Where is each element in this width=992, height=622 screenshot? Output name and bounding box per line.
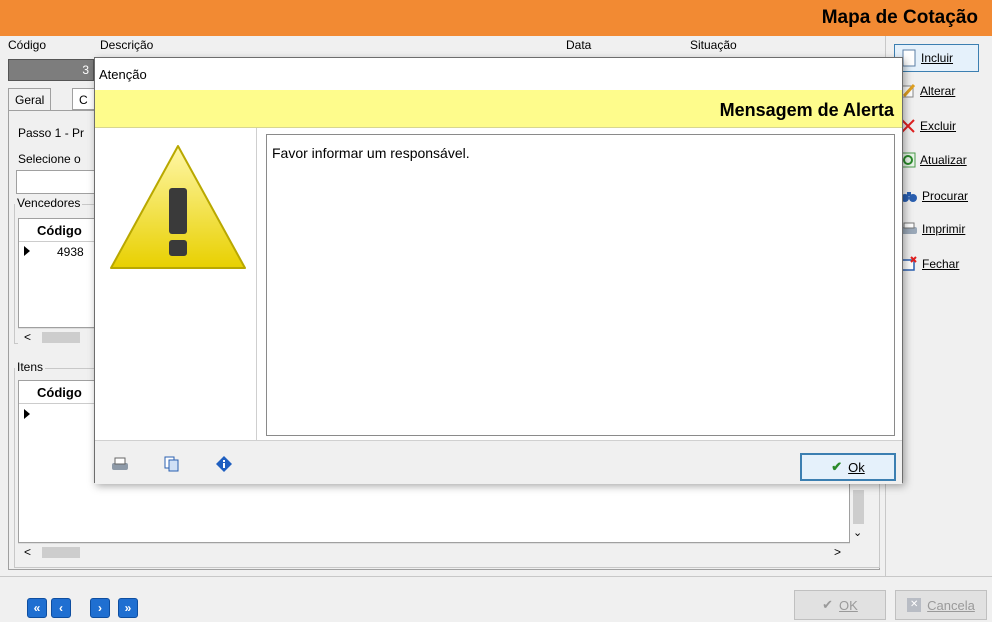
scroll-down-icon[interactable]: ⌄ bbox=[853, 526, 862, 539]
dialog-message: Favor informar um responsável. bbox=[272, 145, 470, 161]
first-record-button[interactable]: « bbox=[27, 598, 47, 618]
checkmark-icon: ✔ bbox=[822, 597, 834, 612]
scroll-right-icon[interactable]: > bbox=[834, 545, 841, 559]
tab-c[interactable]: C bbox=[72, 88, 95, 110]
last-record-button[interactable]: » bbox=[118, 598, 138, 618]
itens-col-codigo: Código bbox=[37, 385, 82, 400]
new-document-icon bbox=[902, 49, 916, 67]
row-pointer-icon bbox=[24, 246, 30, 256]
dialog-title-bar: Atenção bbox=[95, 58, 902, 90]
situacao-label: Situação bbox=[690, 38, 737, 52]
vencedores-title: Vencedores bbox=[15, 196, 83, 210]
data-label: Data bbox=[566, 38, 592, 52]
scroll-left-icon[interactable]: < bbox=[24, 545, 31, 559]
vencedores-row-code[interactable]: 4938 bbox=[57, 245, 84, 259]
warning-icon bbox=[110, 145, 246, 269]
tab-geral[interactable]: Geral bbox=[8, 88, 52, 110]
vencedores-col-codigo: Código bbox=[37, 223, 82, 238]
info-icon[interactable] bbox=[215, 455, 233, 473]
form-ok-button[interactable]: ✔ OK bbox=[794, 590, 886, 620]
passo-label: Passo 1 - Pr bbox=[18, 126, 85, 140]
dialog-icon-panel bbox=[95, 128, 257, 440]
scroll-thumb[interactable] bbox=[853, 490, 864, 524]
descricao-label: Descrição bbox=[100, 38, 154, 52]
scroll-left-icon[interactable]: < bbox=[24, 330, 31, 344]
incluir-button[interactable]: Incluir bbox=[894, 44, 979, 72]
checkmark-icon: ✔ bbox=[831, 459, 843, 474]
dialog-message-box: Favor informar um responsável. bbox=[266, 134, 895, 436]
itens-hscroll[interactable]: < > bbox=[18, 543, 850, 560]
alterar-button[interactable]: Alterar bbox=[894, 77, 979, 105]
fechar-button[interactable]: Fechar bbox=[894, 250, 979, 278]
row-pointer-icon bbox=[24, 409, 30, 419]
cancel-icon: ✕ bbox=[907, 598, 922, 612]
itens-title: Itens bbox=[15, 360, 46, 374]
dialog-header: Mensagem de Alerta bbox=[719, 100, 894, 120]
printer-icon[interactable] bbox=[111, 455, 129, 473]
copy-icon[interactable] bbox=[163, 455, 181, 473]
dialog-ok-button[interactable]: ✔ Ok bbox=[800, 453, 896, 481]
window-title: Mapa de Cotação bbox=[821, 7, 978, 28]
imprimir-button[interactable]: Imprimir bbox=[894, 215, 979, 243]
codigo-field[interactable]: 3 bbox=[8, 59, 94, 81]
form-cancel-button[interactable]: ✕ Cancela bbox=[895, 590, 987, 620]
selecione-field[interactable] bbox=[16, 170, 96, 194]
dialog-footer: ✔ Ok bbox=[95, 440, 902, 484]
dialog-title: Atenção bbox=[99, 67, 147, 82]
scroll-thumb[interactable] bbox=[42, 547, 80, 558]
scroll-thumb[interactable] bbox=[42, 332, 80, 343]
dialog-header-band: Mensagem de Alerta bbox=[95, 90, 902, 128]
alert-dialog: Atenção Mensagem de Alerta Favor informa… bbox=[94, 57, 903, 484]
procurar-button[interactable]: Procurar bbox=[894, 182, 979, 210]
excluir-button[interactable]: Excluir bbox=[894, 112, 979, 140]
atualizar-button[interactable]: Atualizar bbox=[894, 146, 979, 174]
next-record-button[interactable]: › bbox=[90, 598, 110, 618]
codigo-label: Código bbox=[8, 38, 47, 52]
window-title-bar: Mapa de Cotação bbox=[0, 0, 992, 36]
selecione-label: Selecione o bbox=[18, 152, 81, 166]
previous-record-button[interactable]: ‹ bbox=[51, 598, 71, 618]
